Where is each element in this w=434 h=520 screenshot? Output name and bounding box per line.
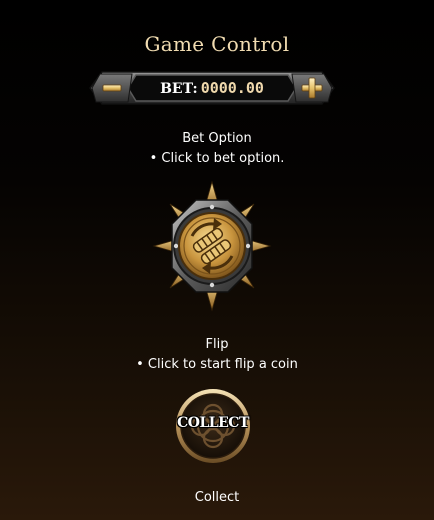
flip-description: • Click to start flip a coin — [136, 357, 298, 372]
bet-option-title: Bet Option — [182, 131, 252, 146]
plus-icon — [291, 73, 332, 103]
bet-bar: BET: 0000.00 — [88, 70, 336, 106]
bet-option-button[interactable] — [152, 180, 272, 312]
bet-option-description: • Click to bet option. — [149, 151, 285, 166]
collect-button[interactable]: COLLECT — [175, 388, 251, 464]
bet-label: BET: — [160, 81, 198, 97]
collect-button-label: COLLECT — [177, 415, 249, 431]
increase-bet-button[interactable] — [290, 73, 332, 103]
bet-option-medal-icon — [152, 180, 272, 312]
bet-display: BET: 0000.00 — [138, 76, 286, 100]
game-control-panel: Game Control BET: 0000.00 Bet Option • C… — [0, 0, 434, 520]
minus-icon — [92, 73, 133, 103]
page-title: Game Control — [144, 32, 290, 56]
bet-amount: 0000.00 — [200, 79, 264, 97]
flip-title: Flip — [205, 337, 229, 352]
decrease-bet-button[interactable] — [92, 73, 134, 103]
collect-title: Collect — [194, 490, 240, 505]
